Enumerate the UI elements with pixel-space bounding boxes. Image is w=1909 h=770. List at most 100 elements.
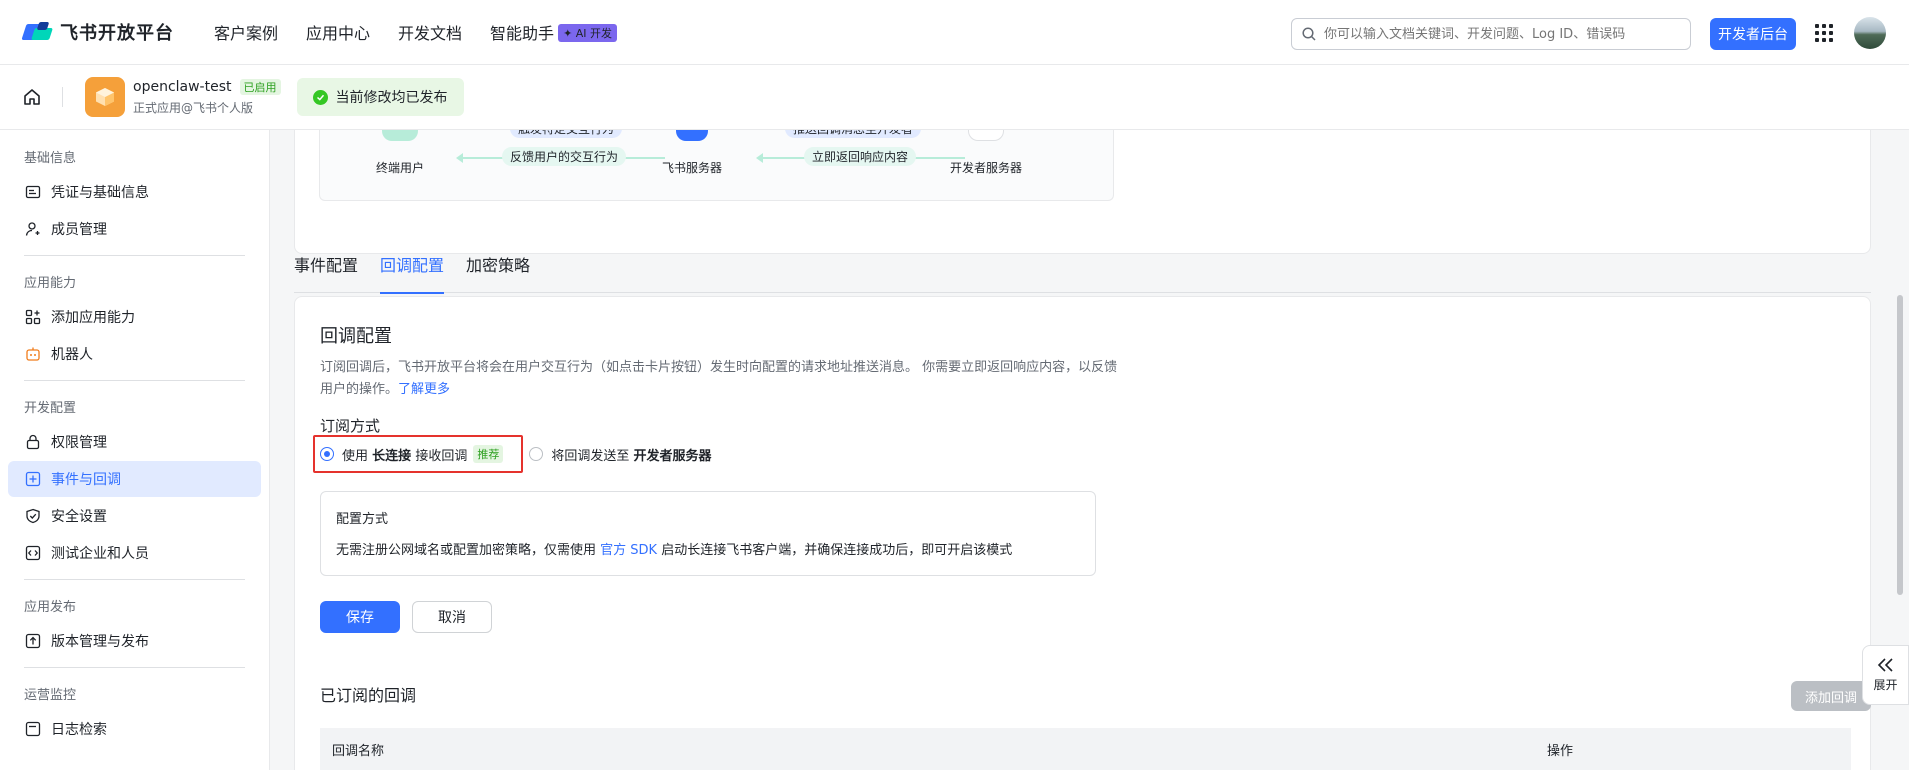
event-icon (25, 471, 41, 487)
subscribed-callbacks-title: 已订阅的回调 (320, 686, 417, 705)
sidebar-item-credentials[interactable]: 凭证与基础信息 (8, 174, 261, 210)
nav-ai-assistant-label: 智能助手 (490, 24, 555, 43)
divider (62, 87, 63, 107)
app-name: openclaw-test (133, 78, 232, 95)
sidebar-item-versions[interactable]: 版本管理与发布 (8, 623, 261, 659)
apps-add-icon (25, 309, 41, 325)
config-mode-box: 配置方式 无需注册公网域名或配置加密策略，仅需使用 官方 SDK 启动长连接飞书… (320, 491, 1096, 576)
user-icon (382, 130, 418, 141)
upload-icon (25, 633, 41, 649)
user-avatar[interactable] (1854, 17, 1886, 49)
nav-ai-assistant[interactable]: 智能助手 ✦ AI 开发 (490, 20, 618, 44)
main-nav: 客户案例 应用中心 开发文档 智能助手 ✦ AI 开发 (214, 20, 618, 44)
subscription-method-title: 订阅方式 (320, 417, 381, 435)
radio-unselected-icon (529, 447, 544, 461)
app-meta: openclaw-test 已启用 正式应用@飞书个人版 (133, 78, 281, 116)
mode-desc-suffix: 启动长连接飞书客户端，并确保连接成功后，即可开启该模式 (661, 543, 1013, 558)
arrow-left-icon (756, 153, 763, 163)
code-icon (25, 545, 41, 561)
option2-prefix: 将回调发送至 (551, 448, 630, 464)
sidebar-item-members[interactable]: 成员管理 (8, 211, 261, 247)
column-callback-name: 回调名称 (332, 743, 385, 759)
box-icon (96, 88, 114, 106)
option2-bold: 开发者服务器 (633, 448, 712, 464)
callback-flow-diagram-card: 触发特定交互行为 推送回调消息至开发者 反馈用户的交互行为 立即返回响应内容 终… (294, 130, 1871, 254)
app-icon (85, 77, 125, 117)
config-mode-description: 无需注册公网域名或配置加密策略，仅需使用 官方 SDK 启动长连接飞书客户端，并… (336, 539, 1080, 558)
brand-logo[interactable]: 飞书开放平台 (21, 19, 174, 45)
radio-developer-server[interactable]: 将回调发送至 开发者服务器 (529, 445, 712, 464)
sidebar: 基础信息 凭证与基础信息 成员管理 应用能力 添加应用能力 机器人 开发配置 权… (0, 130, 270, 770)
robot-icon (26, 347, 40, 361)
feishu-server-icon (676, 130, 708, 141)
sidebar-item-label: 日志检索 (51, 722, 107, 738)
feishu-logo-icon (21, 20, 53, 44)
sidebar-item-label: 测试企业和人员 (51, 546, 149, 562)
main-content: 触发特定交互行为 推送回调消息至开发者 反馈用户的交互行为 立即返回响应内容 终… (270, 130, 1909, 770)
callback-config-card: 回调配置 订阅回调后，飞书开放平台将会在用户交互行为（如点击卡片按钮）发生时向配… (294, 296, 1871, 770)
recommended-badge: 推荐 (473, 445, 504, 463)
flow-label-bottom-2: 立即返回响应内容 (804, 147, 917, 166)
sidebar-group-release: 应用发布 (24, 599, 77, 615)
sidebar-item-add-capability[interactable]: 添加应用能力 (8, 299, 261, 335)
sidebar-item-label: 机器人 (51, 347, 93, 363)
double-chevron-left-icon (1877, 658, 1893, 672)
description-line-1: 订阅回调后，飞书开放平台将会在用户交互行为（如点击卡片按钮）发生时向配置的请求地… (320, 360, 1053, 375)
callbacks-table-header: 回调名称 操作 (320, 728, 1851, 770)
nav-app-center[interactable]: 应用中心 (306, 20, 370, 44)
expand-panel-button[interactable]: 展开 (1862, 645, 1909, 705)
sidebar-item-permissions[interactable]: 权限管理 (8, 424, 261, 460)
nav-dev-docs[interactable]: 开发文档 (398, 20, 462, 44)
user-add-icon (25, 222, 40, 236)
learn-more-link[interactable]: 了解更多 (398, 382, 450, 397)
column-actions: 操作 (1547, 743, 1574, 759)
option1-prefix: 使用 (342, 448, 369, 464)
home-icon[interactable] (22, 87, 42, 107)
sidebar-item-events-callbacks[interactable]: 事件与回调 (8, 461, 261, 497)
radio-long-connection[interactable]: 使用 长连接 接收回调 推荐 (320, 445, 504, 464)
search-box[interactable] (1291, 18, 1691, 50)
node-dev-server: 开发者服务器 (949, 161, 1022, 175)
sidebar-item-label: 凭证与基础信息 (51, 185, 149, 201)
sidebar-item-test-tenants[interactable]: 测试企业和人员 (8, 535, 261, 571)
log-search-icon (25, 721, 41, 737)
subscription-method-options: 使用 长连接 接收回调 推荐 将回调发送至 开发者服务器 (320, 441, 712, 467)
sidebar-item-label: 添加应用能力 (51, 310, 135, 326)
config-tabs: 事件配置 回调配置 加密策略 (294, 249, 1871, 294)
search-icon (1302, 27, 1316, 41)
flow-label-top-1: 触发特定交互行为 (510, 130, 623, 138)
sidebar-item-security[interactable]: 安全设置 (8, 498, 261, 534)
sidebar-item-label: 版本管理与发布 (51, 634, 149, 650)
tab-callback-config[interactable]: 回调配置 (380, 249, 445, 294)
page-scrollbar[interactable] (1897, 295, 1903, 595)
flow-label-bottom-1: 反馈用户的交互行为 (502, 147, 627, 166)
developer-console-button[interactable]: 开发者后台 (1710, 18, 1796, 50)
app-name-row: openclaw-test 已启用 (133, 78, 281, 95)
app-subtitle: 正式应用@飞书个人版 (133, 100, 254, 115)
ai-dev-badge: ✦ AI 开发 (558, 24, 618, 42)
check-circle-icon (312, 89, 328, 105)
config-mode-title: 配置方式 (336, 512, 389, 527)
sidebar-item-logs[interactable]: 日志检索 (8, 711, 261, 747)
expand-label: 展开 (1873, 678, 1898, 692)
cancel-button[interactable]: 取消 (412, 601, 492, 633)
radio-selected-icon (320, 447, 334, 461)
sidebar-item-bot[interactable]: 机器人 (8, 336, 261, 372)
sidebar-item-label: 事件与回调 (51, 472, 121, 488)
nav-customer-cases[interactable]: 客户案例 (214, 20, 278, 44)
search-input[interactable] (1324, 26, 1664, 42)
app-grid-icon[interactable] (1815, 24, 1833, 42)
callback-flow-diagram: 触发特定交互行为 推送回调消息至开发者 反馈用户的交互行为 立即返回响应内容 终… (319, 130, 1114, 201)
top-navigation-bar: 飞书开放平台 客户案例 应用中心 开发文档 智能助手✦ AI 开发 开发者后台 (0, 0, 1909, 65)
divider (24, 667, 245, 668)
publish-status: 当前修改均已发布 (296, 78, 464, 116)
save-button[interactable]: 保存 (320, 601, 400, 633)
tab-encryption[interactable]: 加密策略 (466, 249, 530, 293)
tab-event-config[interactable]: 事件配置 (294, 249, 358, 293)
node-end-user: 终端用户 (375, 161, 424, 175)
sidebar-item-label: 权限管理 (51, 435, 107, 451)
add-callback-button[interactable]: 添加回调 (1791, 681, 1871, 711)
official-sdk-link[interactable]: 官方 SDK (600, 543, 657, 558)
arrow-left-icon (456, 153, 463, 163)
callback-config-description: 订阅回调后，飞书开放平台将会在用户交互行为（如点击卡片按钮）发生时向配置的请求地… (320, 357, 1120, 401)
